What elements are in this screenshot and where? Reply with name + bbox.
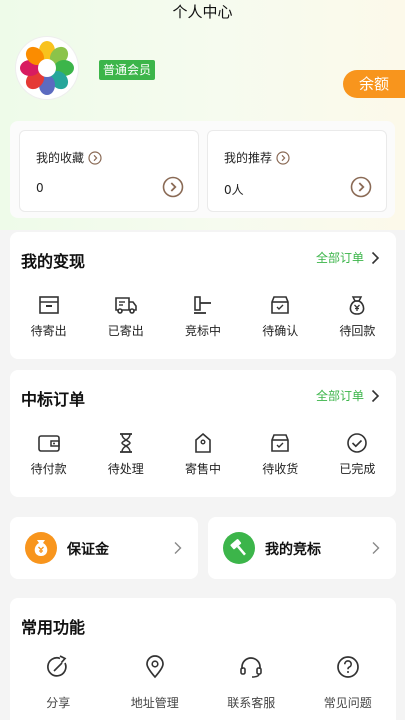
realize-item-label: 待寄出	[30, 324, 67, 338]
realize-item-label: 竞标中	[185, 324, 222, 338]
page-title: 个人中心	[172, 3, 233, 21]
winning-all-orders-label: 全部订单	[315, 389, 364, 403]
arrow-circle-icon[interactable]	[162, 176, 184, 198]
stats-panel: 我的收藏 0 我的推荐 0人	[10, 121, 395, 218]
member-badge: 普通会员	[99, 60, 156, 80]
location-icon	[145, 655, 164, 679]
avatar[interactable]	[16, 37, 78, 99]
hourglass-icon	[119, 433, 132, 453]
function-label: 联系客服	[227, 696, 276, 710]
recommend-value: 0人	[224, 183, 244, 197]
realize-item-shipped[interactable]: 已寄出	[87, 294, 164, 339]
my-bids-label: 我的竞标	[265, 542, 321, 558]
chevron-right-icon	[372, 542, 380, 554]
realize-item-label: 已寄出	[107, 324, 144, 338]
box-icon	[38, 296, 59, 314]
chevron-right-icon	[371, 251, 380, 264]
check-circle-icon	[347, 433, 368, 453]
arrow-circle-icon[interactable]	[350, 176, 372, 198]
gavel-icon	[194, 296, 211, 314]
function-share[interactable]: 分享	[10, 654, 107, 711]
avatar-logo-icon	[20, 41, 74, 95]
deposit-card[interactable]: 保证金	[10, 517, 198, 579]
function-label: 常见问题	[323, 696, 372, 710]
chevron-circle-icon	[276, 150, 290, 165]
winning-item-label: 待收货	[262, 462, 299, 476]
deposit-label: 保证金	[67, 542, 109, 558]
winning-item-completed[interactable]: 已完成	[319, 432, 396, 477]
winning-item-processing[interactable]: 待处理	[87, 432, 164, 477]
headset-icon	[240, 657, 263, 678]
winning-item-label: 待付款	[30, 462, 67, 476]
functions-title: 常用功能	[21, 618, 86, 637]
tray-check-icon	[271, 434, 290, 452]
tag-icon	[195, 432, 211, 453]
wallet-icon	[37, 435, 60, 452]
chevron-right-icon	[371, 389, 380, 402]
winning-item-consigning[interactable]: 寄售中	[164, 432, 241, 477]
recommend-label: 我的推荐	[224, 151, 273, 165]
money-bag-icon	[349, 296, 365, 315]
balance-button[interactable]: 余额	[343, 70, 405, 98]
realize-item-to-ship[interactable]: 待寄出	[10, 294, 87, 339]
realize-title: 我的变现	[21, 252, 86, 271]
winning-item-to-receive[interactable]: 待收货	[242, 432, 319, 477]
realize-all-orders-label: 全部订单	[315, 251, 364, 265]
winning-item-label: 待处理	[107, 462, 144, 476]
chevron-right-icon	[174, 542, 182, 554]
favorites-card[interactable]: 我的收藏 0	[19, 130, 199, 212]
chevron-circle-icon	[88, 150, 102, 165]
function-label: 分享	[46, 696, 71, 710]
realize-section: 我的变现 全部订单 待寄出 已寄出 竞标中 待确认 待回款	[10, 232, 396, 359]
realize-item-label: 待回款	[339, 324, 376, 338]
truck-icon	[114, 297, 137, 314]
winning-item-label: 寄售中	[185, 462, 222, 476]
my-bids-card[interactable]: 我的竞标	[208, 517, 396, 579]
function-label: 地址管理	[130, 696, 179, 710]
realize-item-to-confirm[interactable]: 待确认	[242, 294, 319, 339]
function-faq[interactable]: 常见问题	[300, 654, 397, 711]
realize-all-orders-link[interactable]: 全部订单	[316, 249, 382, 266]
tray-check-icon	[271, 296, 290, 314]
question-icon	[336, 656, 359, 678]
function-address[interactable]: 地址管理	[107, 654, 204, 711]
gavel-icon	[223, 532, 255, 564]
recommend-card[interactable]: 我的推荐 0人	[207, 130, 387, 212]
favorites-value: 0	[36, 181, 44, 195]
winning-item-label: 已完成	[339, 462, 376, 476]
winning-section: 中标订单 全部订单 待付款 待处理 寄售中 待收货 已完成	[10, 370, 396, 497]
winning-title: 中标订单	[21, 390, 86, 409]
realize-item-label: 待确认	[262, 324, 299, 338]
winning-all-orders-link[interactable]: 全部订单	[316, 387, 382, 404]
winning-item-to-pay[interactable]: 待付款	[10, 432, 87, 477]
functions-section: 常用功能 分享 地址管理 联系客服 常见问题	[10, 598, 396, 720]
realize-item-to-refund[interactable]: 待回款	[319, 294, 396, 339]
money-bag-icon	[25, 532, 57, 564]
realize-item-bidding[interactable]: 竞标中	[164, 294, 241, 339]
function-support[interactable]: 联系客服	[203, 654, 300, 711]
share-icon	[47, 655, 67, 677]
favorites-label: 我的收藏	[36, 151, 85, 165]
